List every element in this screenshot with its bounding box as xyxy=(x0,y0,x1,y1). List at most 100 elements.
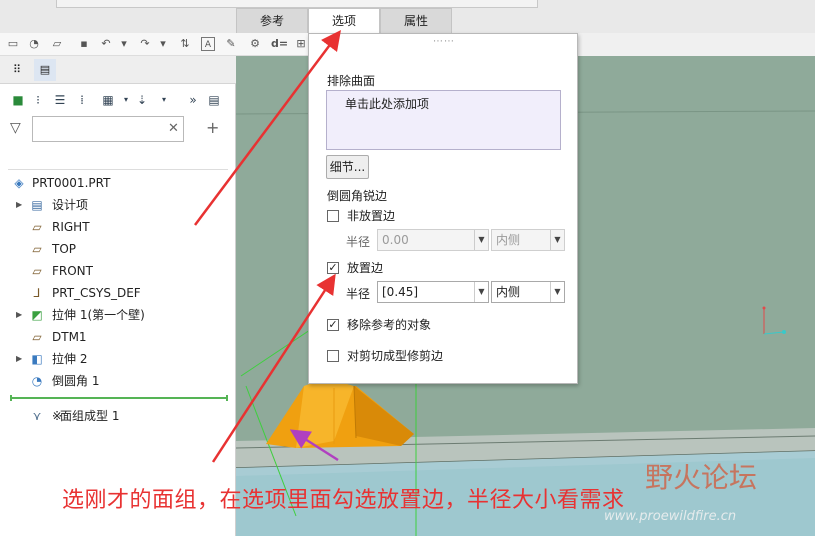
remove-references-label: 移除参考的对象 xyxy=(347,318,432,332)
non-placement-side-value: 内侧 xyxy=(496,233,521,247)
placement-radius-value: [0.45] xyxy=(382,285,419,299)
tree-list-icon[interactable]: ☰ xyxy=(52,92,68,108)
chevron-down-icon[interactable]: ▼ xyxy=(474,282,488,302)
display-layers-icon[interactable]: ■ xyxy=(10,92,26,108)
feature-dashboard: 参考 选项 属性 xyxy=(0,0,815,33)
filter-dropdown-icon[interactable]: ▾ xyxy=(156,92,172,108)
placement-radius-label: 半径 xyxy=(346,287,371,301)
undo-dropdown-icon[interactable]: ▾ xyxy=(117,37,131,51)
regenerate-icon[interactable]: ⇅ xyxy=(178,37,192,51)
tab-properties[interactable]: 属性 xyxy=(380,8,452,33)
trim-cut-checkbox[interactable] xyxy=(327,350,339,362)
expand-arrow-icon[interactable]: ▶ xyxy=(16,304,22,326)
model-tree-icon[interactable]: ⊞ xyxy=(294,37,308,51)
clear-search-icon[interactable]: ✕ xyxy=(168,121,179,136)
chevron-down-icon[interactable]: ▼ xyxy=(550,282,564,302)
expand-more-icon[interactable]: » xyxy=(185,92,201,108)
part-icon: ◈ xyxy=(14,176,24,190)
tree-root-label: PRT0001.PRT xyxy=(32,176,111,190)
exclude-surfaces-collector[interactable]: 单击此处添加项 xyxy=(326,90,561,150)
datum-plane-icon: ▱ xyxy=(32,242,42,256)
tree-settings-icon[interactable]: ▦ xyxy=(100,92,116,108)
datum-plane-icon: ▱ xyxy=(32,220,42,234)
non-placement-radius-value: 0.00 xyxy=(382,233,409,247)
panel-grip-icon[interactable]: ⋯⋯ xyxy=(433,36,455,47)
tree-filter-icon[interactable]: ⇣ xyxy=(134,92,150,108)
non-placement-side-select: 内侧 ▼ xyxy=(491,229,565,251)
csys-icon: ⅃ xyxy=(33,286,41,300)
tree-item-top[interactable]: ▱ TOP xyxy=(0,238,236,260)
non-placement-radius-label: 半径 xyxy=(346,235,371,249)
trim-cut-label: 对剪切成型修剪边 xyxy=(347,349,444,363)
exclude-surfaces-title: 排除曲面 xyxy=(327,74,376,88)
edit-icon[interactable]: ✎ xyxy=(224,37,238,51)
insert-here-line[interactable] xyxy=(10,395,228,401)
tab-options[interactable]: 选项 xyxy=(308,8,380,33)
tree-item-label: PRT_CSYS_DEF xyxy=(52,286,141,300)
placement-checkbox[interactable]: ✓ xyxy=(327,262,339,274)
datum-plane-icon: ▱ xyxy=(32,264,42,278)
tree-item-label: DTM1 xyxy=(52,330,87,344)
tab-references[interactable]: 参考 xyxy=(236,8,308,33)
non-placement-checkbox[interactable] xyxy=(327,210,339,222)
tree-item-dtm1[interactable]: ▱ DTM1 xyxy=(0,326,236,348)
quick-access-toolbar: ▭ ◔ ▱ ▪ ↶ ▾ ↷ ▾ ⇅ A ✎ ⚙ d= ⊞ xyxy=(0,33,308,56)
model-tree-tab-icon[interactable]: ⠿ xyxy=(6,59,28,81)
round-icon: ◔ xyxy=(31,374,43,388)
layers-icon: ▤ xyxy=(31,198,43,212)
tree-item-label: TOP xyxy=(52,242,77,256)
placement-radius-field[interactable]: [0.45] ▼ xyxy=(377,281,489,303)
details-button[interactable]: 细节... xyxy=(326,155,369,179)
tree-item-csys[interactable]: ⅃ PRT_CSYS_DEF xyxy=(0,282,236,304)
tree-item-label: RIGHT xyxy=(52,220,90,234)
placement-side-select[interactable]: 内侧 ▼ xyxy=(491,281,565,303)
save-icon[interactable]: ▪ xyxy=(77,37,91,51)
dashboard-frame xyxy=(56,0,538,8)
round-sharp-edges-title: 倒圆角锐边 xyxy=(327,189,388,203)
new-file-icon[interactable]: ▭ xyxy=(6,37,20,51)
expand-arrow-icon[interactable]: ▶ xyxy=(16,194,22,216)
tree-item-right[interactable]: ▱ RIGHT xyxy=(0,216,236,238)
tree-item-extrude-2[interactable]: ▶ ◧ 拉伸 2 xyxy=(0,348,236,370)
notes-icon[interactable]: ▤ xyxy=(206,92,222,108)
tree-item-front[interactable]: ▱ FRONT xyxy=(0,260,236,282)
expand-arrow-icon[interactable]: ▶ xyxy=(16,348,22,370)
folder-settings-icon[interactable]: ⚙ xyxy=(248,37,262,51)
more-icon[interactable]: ⁝ xyxy=(30,92,46,108)
extrude-icon: ◧ xyxy=(31,352,43,366)
tree-item-design-items[interactable]: ▶ ▤ 设计项 xyxy=(0,194,236,216)
tree-columns-icon[interactable]: ⁞ xyxy=(74,92,90,108)
model-tree-panel: ⠿ ▤ ■ ⁝ ☰ ⁞ ▦ ▾ ⇣ ▾ » ▤ ▽ ✕ + ◈ PRT0001.… xyxy=(0,56,236,536)
tree-item-label: 拉伸 2 xyxy=(52,352,88,366)
relations-icon[interactable]: d= xyxy=(271,37,288,51)
filter-spacer xyxy=(8,148,228,170)
redo-dropdown-icon[interactable]: ▾ xyxy=(156,37,170,51)
tree-item-label: 拉伸 1(第一个壁) xyxy=(52,308,145,322)
tree-item-round-1[interactable]: ◔ 倒圆角 1 xyxy=(0,370,236,392)
undo-icon[interactable]: ↶ xyxy=(99,37,113,51)
tree-item-extrude-1[interactable]: ▶ ◩ 拉伸 1(第一个壁) xyxy=(0,304,236,326)
folder-browser-tab-icon[interactable]: ▤ xyxy=(34,59,56,81)
navigator-tabs: ⠿ ▤ xyxy=(0,56,236,84)
form-icon: ⋎ xyxy=(32,409,42,423)
tree-search-input[interactable] xyxy=(32,116,184,142)
settings-dropdown-icon[interactable]: ▾ xyxy=(118,92,134,108)
remove-references-checkbox[interactable]: ✓ xyxy=(327,319,339,331)
non-placement-label: 非放置边 xyxy=(347,209,396,223)
annotation-icon[interactable]: A xyxy=(201,37,215,51)
add-filter-icon[interactable]: + xyxy=(206,118,219,137)
watermark-logo: 野火论坛 xyxy=(645,461,758,494)
tree-root[interactable]: ◈ PRT0001.PRT xyxy=(0,172,236,194)
datum-plane-icon: ▱ xyxy=(32,330,42,344)
tree-toolbar: ■ ⁝ ☰ ⁞ ▦ ▾ ⇣ ▾ » ▤ xyxy=(0,86,236,114)
tree-item-form-1[interactable]: ⋎ ※ 面组成型 1 xyxy=(0,405,236,427)
redo-icon[interactable]: ↷ xyxy=(138,37,152,51)
tree-item-label: 面组成型 1 xyxy=(60,409,120,423)
open-file-icon[interactable]: ◔ xyxy=(27,37,41,51)
exclude-surfaces-hint: 单击此处添加项 xyxy=(345,97,430,111)
extrude-wall-icon: ◩ xyxy=(31,308,43,322)
open-folder-icon[interactable]: ▱ xyxy=(50,37,64,51)
chevron-down-icon: ▼ xyxy=(550,230,564,250)
watermark-url: www.proewildfire.cn xyxy=(604,509,737,524)
placement-side-value: 内侧 xyxy=(496,285,521,299)
